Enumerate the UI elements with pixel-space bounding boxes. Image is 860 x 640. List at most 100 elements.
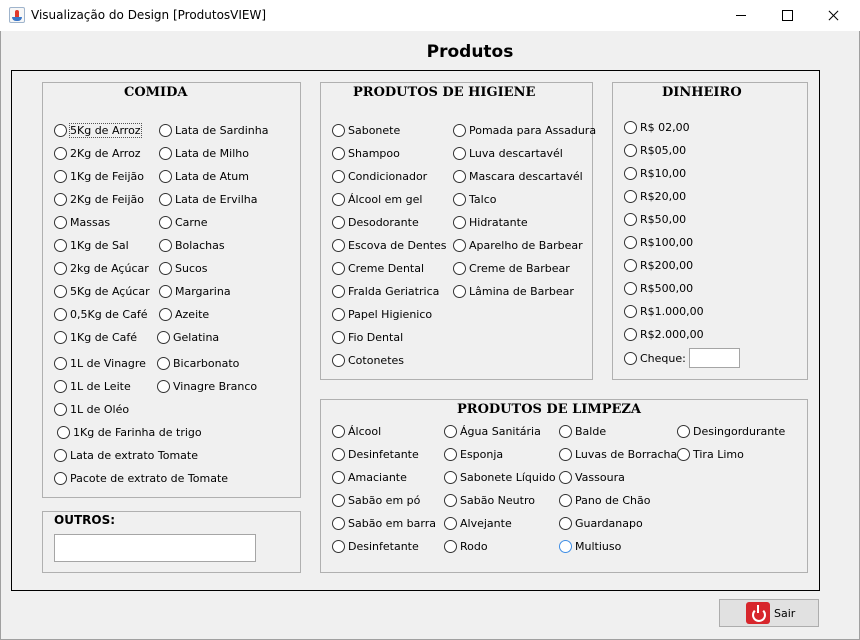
higiene-col2-radio-1[interactable]: Pomada para Assadura bbox=[453, 122, 596, 138]
radio-label: Aparelho de Barbear bbox=[469, 238, 583, 252]
radio-label: Hidratante bbox=[469, 215, 528, 229]
limpeza-col1-radio-2[interactable]: Desinfetante bbox=[332, 446, 419, 462]
higiene-col2-radio-4[interactable]: Talco bbox=[453, 191, 496, 207]
limpeza-col2-radio-4[interactable]: Sabão Neutro bbox=[444, 492, 535, 508]
comida-col1-radio-1[interactable]: 5Kg de Arroz bbox=[54, 122, 142, 138]
limpeza-col3-radio-1[interactable]: Balde bbox=[559, 423, 606, 439]
comida-col1-radio-13[interactable]: 1L de Oléo bbox=[54, 401, 129, 417]
higiene-col1-radio-6[interactable]: Escova de Dentes bbox=[332, 237, 446, 253]
limpeza-col4-radio-2[interactable]: Tira Limo bbox=[677, 446, 744, 462]
higiene-col1-radio-2[interactable]: Shampoo bbox=[332, 145, 400, 161]
radio-label: Creme de Barbear bbox=[469, 261, 570, 275]
dinheiro-items-radio-1[interactable]: R$ 02,00 bbox=[624, 119, 690, 135]
comida-col2-radio-6[interactable]: Bolachas bbox=[159, 237, 225, 253]
outros-input[interactable] bbox=[54, 534, 256, 562]
dinheiro-items-radio-11[interactable]: Cheque: bbox=[624, 350, 686, 366]
limpeza-col3-radio-5[interactable]: Guardanapo bbox=[559, 515, 643, 531]
limpeza-col3-radio-4[interactable]: Pano de Chão bbox=[559, 492, 650, 508]
dinheiro-items-radio-5[interactable]: R$50,00 bbox=[624, 211, 686, 227]
comida-col2-radio-1[interactable]: Lata de Sardinha bbox=[159, 122, 268, 138]
higiene-col1-radio-9[interactable]: Papel Higienico bbox=[332, 306, 432, 322]
maximize-button[interactable] bbox=[764, 0, 810, 31]
comida-col2-radio-5[interactable]: Carne bbox=[159, 214, 208, 230]
limpeza-col3-radio-3[interactable]: Vassoura bbox=[559, 469, 625, 485]
limpeza-col2-radio-5[interactable]: Alvejante bbox=[444, 515, 512, 531]
radio-circle-icon bbox=[624, 143, 637, 157]
higiene-col2-radio-2[interactable]: Luva descartavél bbox=[453, 145, 563, 161]
limpeza-col2-radio-3[interactable]: Sabonete Líquido bbox=[444, 469, 556, 485]
comida-col1-radio-16[interactable]: Pacote de extrato de Tomate bbox=[54, 470, 228, 486]
higiene-col2-radio-5[interactable]: Hidratante bbox=[453, 214, 528, 230]
comida-col1-radio-12[interactable]: 1L de Leite bbox=[54, 378, 131, 394]
higiene-col2-radio-7[interactable]: Creme de Barbear bbox=[453, 260, 570, 276]
limpeza-col2-radio-2[interactable]: Esponja bbox=[444, 446, 503, 462]
limpeza-col2-radio-1[interactable]: Água Sanitária bbox=[444, 423, 541, 439]
sair-button[interactable]: Sair bbox=[719, 599, 819, 627]
comida-col1-radio-15[interactable]: Lata de extrato Tomate bbox=[54, 447, 198, 463]
higiene-col1-radio-10[interactable]: Fio Dental bbox=[332, 329, 403, 345]
comida-col2-radio-9[interactable]: Azeite bbox=[159, 306, 209, 322]
comida-col1-radio-9[interactable]: 0,5Kg de Café bbox=[54, 306, 148, 322]
higiene-col1-radio-5[interactable]: Desodorante bbox=[332, 214, 419, 230]
comida-col2-radio-12[interactable]: Vinagre Branco bbox=[157, 378, 257, 394]
comida-col1-radio-6[interactable]: 1Kg de Sal bbox=[54, 237, 129, 253]
radio-label: Bicarbonato bbox=[173, 356, 240, 370]
higiene-col1-radio-1[interactable]: Sabonete bbox=[332, 122, 400, 138]
comida-col1-radio-3[interactable]: 1Kg de Feijão bbox=[54, 168, 144, 184]
comida-col1-radio-2[interactable]: 2Kg de Arroz bbox=[54, 145, 141, 161]
radio-label: R$05,00 bbox=[640, 143, 687, 157]
radio-circle-icon bbox=[54, 356, 67, 370]
higiene-col1-radio-3[interactable]: Condicionador bbox=[332, 168, 427, 184]
comida-col2-radio-10[interactable]: Gelatina bbox=[157, 329, 219, 345]
dinheiro-items-radio-3[interactable]: R$10,00 bbox=[624, 165, 686, 181]
dinheiro-items-radio-4[interactable]: R$20,00 bbox=[624, 188, 686, 204]
limpeza-col3-radio-6[interactable]: Multiuso bbox=[559, 538, 621, 554]
limpeza-col1-radio-5[interactable]: Sabão em barra bbox=[332, 515, 436, 531]
higiene-col2-radio-6[interactable]: Aparelho de Barbear bbox=[453, 237, 583, 253]
limpeza-col2-radio-6[interactable]: Rodo bbox=[444, 538, 488, 554]
radio-circle-icon bbox=[54, 402, 67, 416]
radio-label: Pomada para Assadura bbox=[469, 123, 597, 137]
higiene-col2-radio-8[interactable]: Lâmina de Barbear bbox=[453, 283, 574, 299]
cheque-input[interactable] bbox=[689, 348, 740, 368]
comida-col2-radio-7[interactable]: Sucos bbox=[159, 260, 207, 276]
higiene-col1-radio-4[interactable]: Álcool em gel bbox=[332, 191, 422, 207]
higiene-col2-radio-3[interactable]: Mascara descartavél bbox=[453, 168, 583, 184]
radio-label: R$500,00 bbox=[640, 281, 694, 295]
comida-col2-radio-11[interactable]: Bicarbonato bbox=[157, 355, 239, 371]
dinheiro-items-radio-8[interactable]: R$500,00 bbox=[624, 280, 693, 296]
comida-col1-radio-8[interactable]: 5Kg de Açúcar bbox=[54, 283, 150, 299]
comida-col1-radio-4[interactable]: 2Kg de Feijão bbox=[54, 191, 144, 207]
comida-col2-radio-4[interactable]: Lata de Ervilha bbox=[159, 191, 257, 207]
comida-col1-radio-10[interactable]: 1Kg de Café bbox=[54, 329, 137, 345]
dinheiro-items-radio-6[interactable]: R$100,00 bbox=[624, 234, 693, 250]
limpeza-col1-radio-4[interactable]: Sabão em pó bbox=[332, 492, 420, 508]
comida-col1-radio-14[interactable]: 1Kg de Farinha de trigo bbox=[57, 424, 202, 440]
limpeza-col3-radio-2[interactable]: Luvas de Borracha bbox=[559, 446, 677, 462]
comida-col1-radio-5[interactable]: Massas bbox=[54, 214, 110, 230]
comida-col1-radio-11[interactable]: 1L de Vinagre bbox=[54, 355, 146, 371]
dinheiro-items-radio-10[interactable]: R$2.000,00 bbox=[624, 326, 704, 342]
radio-label: Sucos bbox=[175, 261, 208, 275]
comida-col1-radio-7[interactable]: 2kg de Açúcar bbox=[54, 260, 149, 276]
dinheiro-items-radio-9[interactable]: R$1.000,00 bbox=[624, 303, 704, 319]
minimize-button[interactable] bbox=[718, 0, 764, 31]
comida-col2-radio-3[interactable]: Lata de Atum bbox=[159, 168, 249, 184]
radio-circle-icon bbox=[453, 192, 466, 206]
comida-col2-radio-2[interactable]: Lata de Milho bbox=[159, 145, 249, 161]
limpeza-col1-radio-3[interactable]: Amaciante bbox=[332, 469, 407, 485]
radio-label: Carne bbox=[175, 215, 208, 229]
higiene-col1-radio-8[interactable]: Fralda Geriatrica bbox=[332, 283, 439, 299]
radio-circle-icon bbox=[624, 351, 637, 365]
comida-col2-radio-8[interactable]: Margarina bbox=[159, 283, 231, 299]
dinheiro-items-radio-2[interactable]: R$05,00 bbox=[624, 142, 686, 158]
limpeza-col1-radio-6[interactable]: Desinfetante bbox=[332, 538, 419, 554]
limpeza-col1-radio-1[interactable]: Álcool bbox=[332, 423, 381, 439]
close-window-button[interactable] bbox=[810, 0, 856, 31]
radio-circle-icon bbox=[54, 261, 67, 275]
radio-label: Amaciante bbox=[348, 470, 407, 484]
higiene-col1-radio-11[interactable]: Cotonetes bbox=[332, 352, 404, 368]
dinheiro-items-radio-7[interactable]: R$200,00 bbox=[624, 257, 693, 273]
limpeza-col4-radio-1[interactable]: Desingordurante bbox=[677, 423, 785, 439]
higiene-col1-radio-7[interactable]: Creme Dental bbox=[332, 260, 424, 276]
